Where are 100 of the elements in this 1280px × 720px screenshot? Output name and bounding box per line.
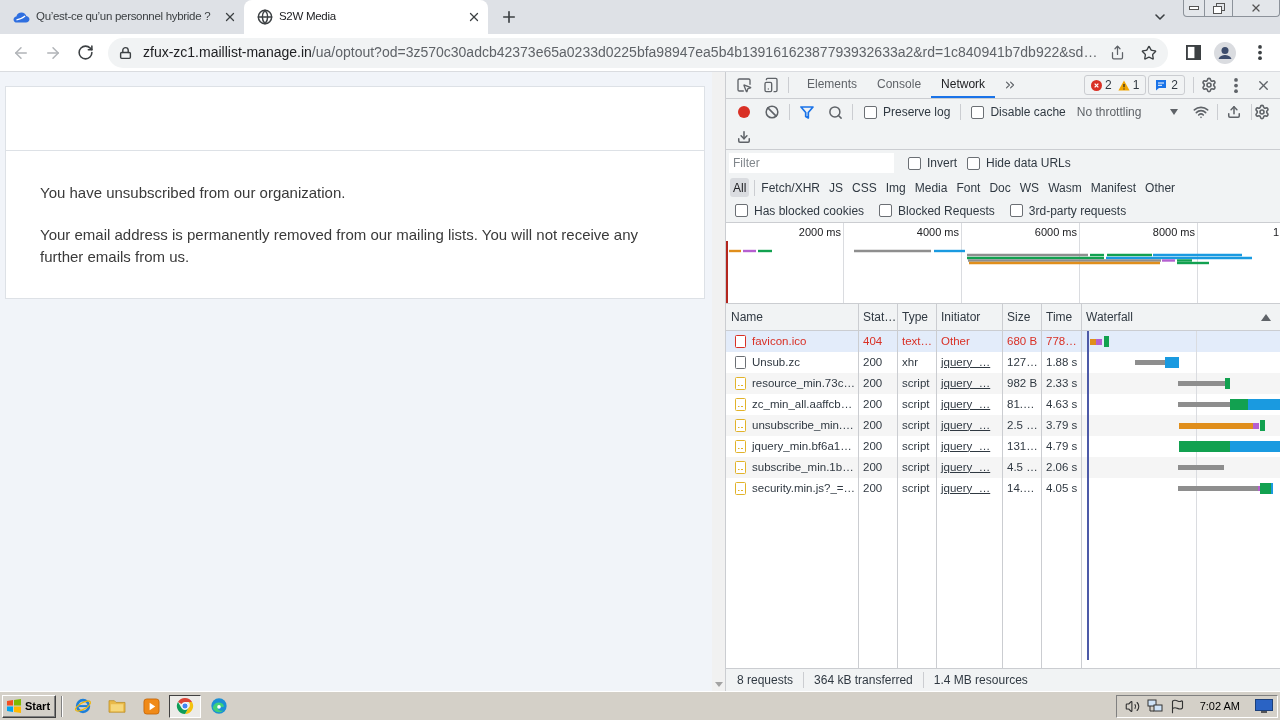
restore-icon	[1212, 2, 1225, 14]
request-name: subscribe_min.1b…	[752, 459, 854, 475]
request-name: zc_min_all.aaffcb…	[752, 396, 853, 412]
time-tick-label: 2000 ms	[798, 225, 841, 239]
windows-logo-icon	[6, 699, 22, 713]
download-icon	[737, 130, 751, 144]
initiator-link[interactable]: jquery_…	[941, 479, 991, 498]
checkbox[interactable]	[879, 204, 893, 217]
initiator-link[interactable]: jquery_…	[941, 437, 991, 456]
close-icon	[1250, 2, 1262, 14]
address-bar[interactable]: zfux-zc1.maillist-manage.in/ua/optout?od=3z570c30adcb42373e65a0233d0225bfa98947ea5b4b13916162387793932633a2&rd=1c840941b7db922&sd…	[108, 37, 1168, 68]
type-filter-button[interactable]: JS	[826, 178, 847, 197]
request-row[interactable]: unsubscribe_min.… 200 script jquery_… 2.5 … 3.79 s	[726, 415, 1280, 436]
request-row[interactable]: resource_min.73c… 200 script jquery_… 982 B 2.33 s	[726, 373, 1280, 394]
dropdown-caret-icon	[1169, 109, 1178, 115]
upload-icon	[1227, 105, 1242, 119]
checkbox-label: 3rd-party requests	[1028, 202, 1127, 220]
initiator-link[interactable]: jquery_…	[941, 374, 991, 393]
warning-icon	[1117, 79, 1130, 91]
inspect-button[interactable]	[734, 75, 754, 95]
initiator-link[interactable]: jquery_…	[941, 395, 991, 414]
flag-icon[interactable]	[1169, 698, 1185, 714]
devtools-tab[interactable]: Console	[867, 72, 932, 98]
checkbox[interactable]	[908, 156, 921, 170]
browser-tab[interactable]: Qu’est-ce qu’un personnel hybride ?	[0, 0, 244, 34]
column-header[interactable]: Initiator	[937, 304, 1003, 330]
speaker-icon[interactable]	[1124, 698, 1140, 714]
globe-icon	[257, 9, 273, 25]
type-filter-button[interactable]: Media	[911, 178, 951, 197]
script-file-icon	[735, 482, 746, 495]
type-filter-button[interactable]: CSS	[849, 178, 880, 197]
initiator-link[interactable]: jquery_…	[941, 458, 991, 477]
request-name: jquery_min.bf6a1…	[752, 438, 852, 454]
timing-bar	[1178, 378, 1230, 389]
checkbox-label: Disable cache	[990, 104, 1066, 121]
lock-icon	[119, 45, 132, 60]
status-summary: 364 kB transferred	[814, 672, 913, 689]
type-filter-button[interactable]: Img	[882, 178, 909, 197]
network-settings-button[interactable]	[1252, 102, 1272, 122]
status-summary: 1.4 MB resources	[933, 672, 1028, 689]
script-file-icon	[735, 419, 746, 432]
column-header[interactable]: Waterfall	[1082, 304, 1280, 330]
close-icon	[467, 10, 481, 24]
type-filter-button[interactable]: Fetch/XHR	[758, 178, 824, 197]
taskbar-app-button[interactable]	[169, 694, 201, 718]
checkbox-label: Hide data URLs	[986, 155, 1071, 172]
messages-counter[interactable]: 2	[1148, 75, 1185, 95]
column-header[interactable]: Name	[726, 304, 859, 330]
request-row[interactable]: subscribe_min.1b… 200 script jquery_… 4.5 … 2.06 s	[726, 457, 1280, 478]
checkbox[interactable]	[864, 105, 877, 119]
document-icon	[735, 356, 746, 369]
page-scrollbar[interactable]	[712, 72, 725, 691]
side-panel-icon	[1185, 45, 1201, 60]
type-filter-button[interactable]: Doc	[986, 178, 1014, 197]
checkbox[interactable]	[735, 204, 748, 217]
initiator-link[interactable]: jquery_…	[941, 416, 991, 435]
initiator-link[interactable]: jquery_…	[941, 353, 991, 372]
request-name: Unsub.zc	[752, 354, 800, 370]
timing-bar	[1135, 357, 1179, 368]
type-filter-button[interactable]: Manifest	[1087, 178, 1140, 197]
message-text: You have unsubscribed from our organization.	[40, 183, 347, 203]
issues-counter[interactable]: 2 1	[1083, 75, 1147, 95]
timing-bar	[1090, 336, 1109, 347]
column-header[interactable]: Stat…	[859, 304, 898, 330]
checkbox[interactable]	[971, 105, 985, 119]
checkbox-label: Blocked Requests	[898, 202, 995, 220]
network-icon[interactable]	[1146, 698, 1163, 714]
ie-icon	[74, 697, 92, 715]
minimize-icon	[1189, 6, 1199, 10]
kebab-menu-icon	[1234, 77, 1238, 93]
script-file-icon	[735, 398, 746, 411]
devtools-tab[interactable]: Elements	[797, 72, 868, 98]
type-filter-button[interactable]: Other	[1142, 178, 1179, 197]
type-filter-button[interactable]: Wasm	[1045, 178, 1085, 197]
column-header[interactable]: Time	[1042, 304, 1082, 330]
script-file-icon	[735, 461, 746, 474]
device-toolbar-button[interactable]	[761, 75, 781, 95]
type-filter-button[interactable]: WS	[1016, 178, 1043, 197]
message-count: 2	[1171, 77, 1178, 94]
time-tick-label: 6000 ms	[1034, 225, 1077, 239]
clock[interactable]: 7:02 AM	[1199, 697, 1240, 715]
checkbox[interactable]	[1009, 204, 1023, 217]
wifi-icon	[1192, 104, 1209, 120]
request-row[interactable]: favicon.ico 404 text… Other 680 B 778…	[726, 331, 1280, 352]
show-desktop-icon[interactable]	[1255, 699, 1273, 713]
share-icon	[1109, 45, 1125, 60]
throttling-select[interactable]: No throttling	[1073, 102, 1182, 122]
checkbox[interactable]	[967, 156, 980, 170]
type-filter-button[interactable]: Font	[953, 178, 984, 197]
script-file-icon	[735, 440, 746, 453]
browser-tab[interactable]: S2W Media	[244, 0, 488, 34]
document-icon	[735, 335, 746, 348]
column-header[interactable]: Size	[1003, 304, 1042, 330]
request-name: unsubscribe_min.…	[752, 417, 854, 433]
type-filter-button[interactable]: All	[730, 178, 750, 197]
checkbox-label: Invert	[927, 155, 957, 172]
filter-input[interactable]: Filter	[729, 153, 894, 173]
start-button[interactable]: Start	[2, 694, 56, 718]
column-header[interactable]: Type	[898, 304, 937, 330]
avatar-icon	[1214, 41, 1236, 64]
